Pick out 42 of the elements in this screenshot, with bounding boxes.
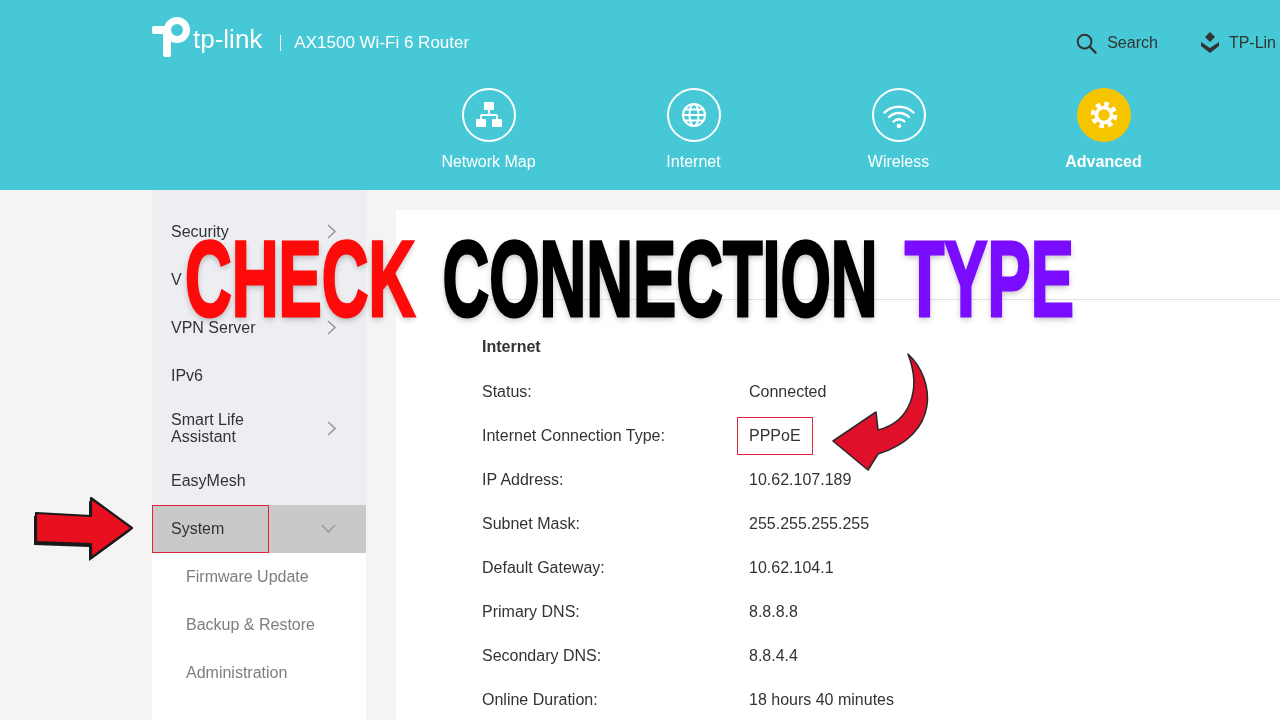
info-value: 8.8.4.4 [749, 647, 798, 665]
model-name: AX1500 Wi-Fi 6 Router [294, 33, 470, 53]
headline-word: CHECK [185, 240, 416, 319]
info-label: Online Duration: [482, 691, 598, 709]
info-value: PPPoE [737, 417, 813, 455]
wifi-icon [871, 88, 926, 142]
logo-text: tp-link [193, 25, 263, 53]
info-label: Status: [482, 383, 532, 401]
info-value: 10.62.107.189 [749, 471, 852, 489]
submenu-item[interactable]: Backup & Restore [152, 600, 366, 649]
headline-word: TYPE [904, 240, 1074, 319]
submenu-item[interactable]: Administration [152, 648, 366, 697]
info-label: Primary DNS: [482, 603, 580, 621]
sidebar-item[interactable]: IPv6 [171, 367, 203, 384]
search-button[interactable]: Search [1076, 32, 1158, 54]
gear-icon [1076, 88, 1131, 142]
user-icon [1200, 32, 1219, 54]
sidebar-item[interactable]: System [152, 504, 366, 553]
headline-word: CONNECTION [442, 240, 878, 319]
info-value: 10.62.104.1 [749, 559, 834, 577]
info-label: Default Gateway: [482, 559, 605, 577]
sidebar-item[interactable]: V [171, 271, 182, 288]
highlight-frame: System [152, 504, 269, 553]
search-icon [1076, 32, 1098, 54]
section-title: Internet [482, 338, 541, 356]
sidebar-item[interactable]: VPN Server [171, 319, 336, 336]
sidebar-item[interactable]: EasyMesh [171, 472, 246, 489]
info-label: Internet Connection Type: [482, 427, 665, 445]
network-icon [461, 88, 516, 142]
info-value: 255.255.255.255 [749, 515, 870, 533]
logo-icon [152, 17, 190, 57]
globe-icon [666, 88, 721, 142]
info-value: Connected [749, 383, 827, 401]
info-label: Secondary DNS: [482, 647, 602, 665]
sidebar-item[interactable]: Smart Life Assistant [171, 411, 336, 445]
account-button[interactable]: TP-Lin [1200, 32, 1276, 54]
info-value: 18 hours 40 minutes [749, 691, 894, 709]
info-label: IP Address: [482, 471, 564, 489]
info-label: Subnet Mask: [482, 515, 580, 533]
submenu-item[interactable]: Firmware Update [152, 552, 366, 601]
sidebar-item[interactable]: Security [171, 223, 336, 240]
info-value: 8.8.8.8 [749, 603, 798, 621]
